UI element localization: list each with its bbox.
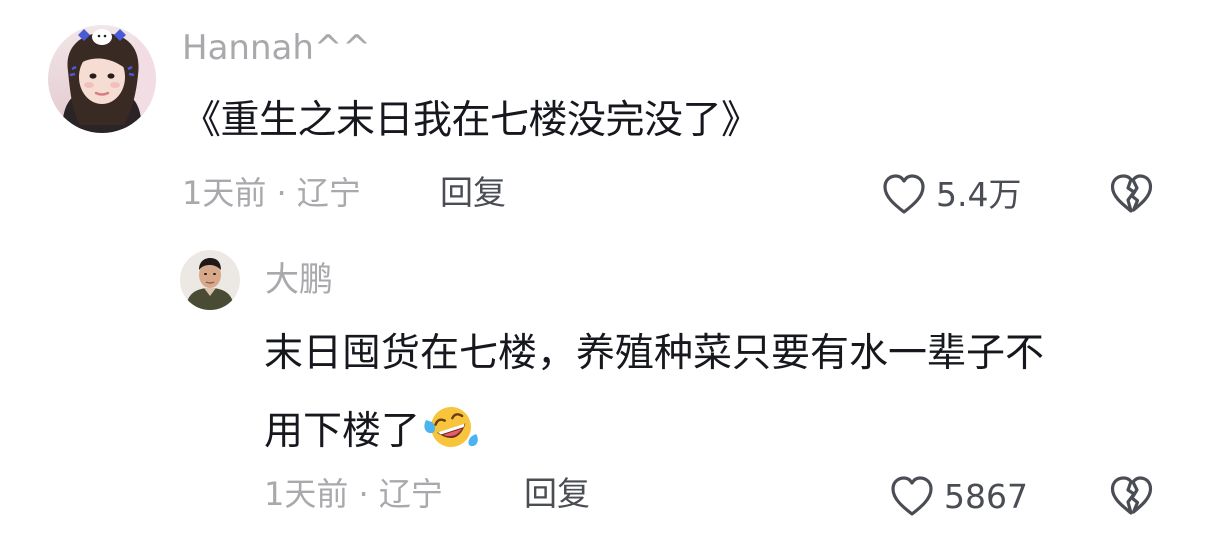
reply-button[interactable]: 回复 [524, 477, 590, 510]
dislike-button[interactable] [1108, 474, 1154, 518]
like-button[interactable]: 5.4万 [880, 172, 1021, 216]
replier-avatar[interactable] [180, 250, 240, 310]
commenter-avatar[interactable] [48, 25, 156, 133]
avatar-photo-icon [48, 25, 156, 133]
comment-text: 《重生之末日我在七楼没完没了》 [182, 98, 760, 143]
broken-heart-icon [1110, 174, 1153, 213]
reply-text-line: 末日囤货在七楼，养殖种菜只要有水一辈子不 [264, 331, 1045, 376]
heart-icon [883, 174, 925, 214]
heart-icon [891, 476, 933, 516]
reply-text-segment: 用下楼了 [264, 409, 421, 454]
comment-thread: Hannah^^ 《重生之末日我在七楼没完没了》 1天前 · 辽宁 回复 5.4… [0, 0, 1206, 537]
like-count: 5867 [944, 476, 1028, 516]
dislike-button[interactable] [1108, 172, 1154, 216]
commenter-name[interactable]: Hannah^^ [182, 31, 371, 65]
avatar-photo-icon [180, 250, 240, 310]
like-button[interactable]: 5867 [888, 474, 1028, 518]
laughing-tears-emoji-icon [422, 402, 480, 464]
broken-heart-icon [1110, 476, 1153, 515]
reply-text-line: 用下楼了 [264, 402, 480, 464]
comment-meta: 1天前 · 辽宁 [182, 174, 361, 212]
like-count: 5.4万 [936, 174, 1022, 214]
reply-meta: 1天前 · 辽宁 [264, 475, 443, 513]
reply-button[interactable]: 回复 [440, 176, 506, 209]
replier-name[interactable]: 大鹏 [265, 263, 333, 297]
